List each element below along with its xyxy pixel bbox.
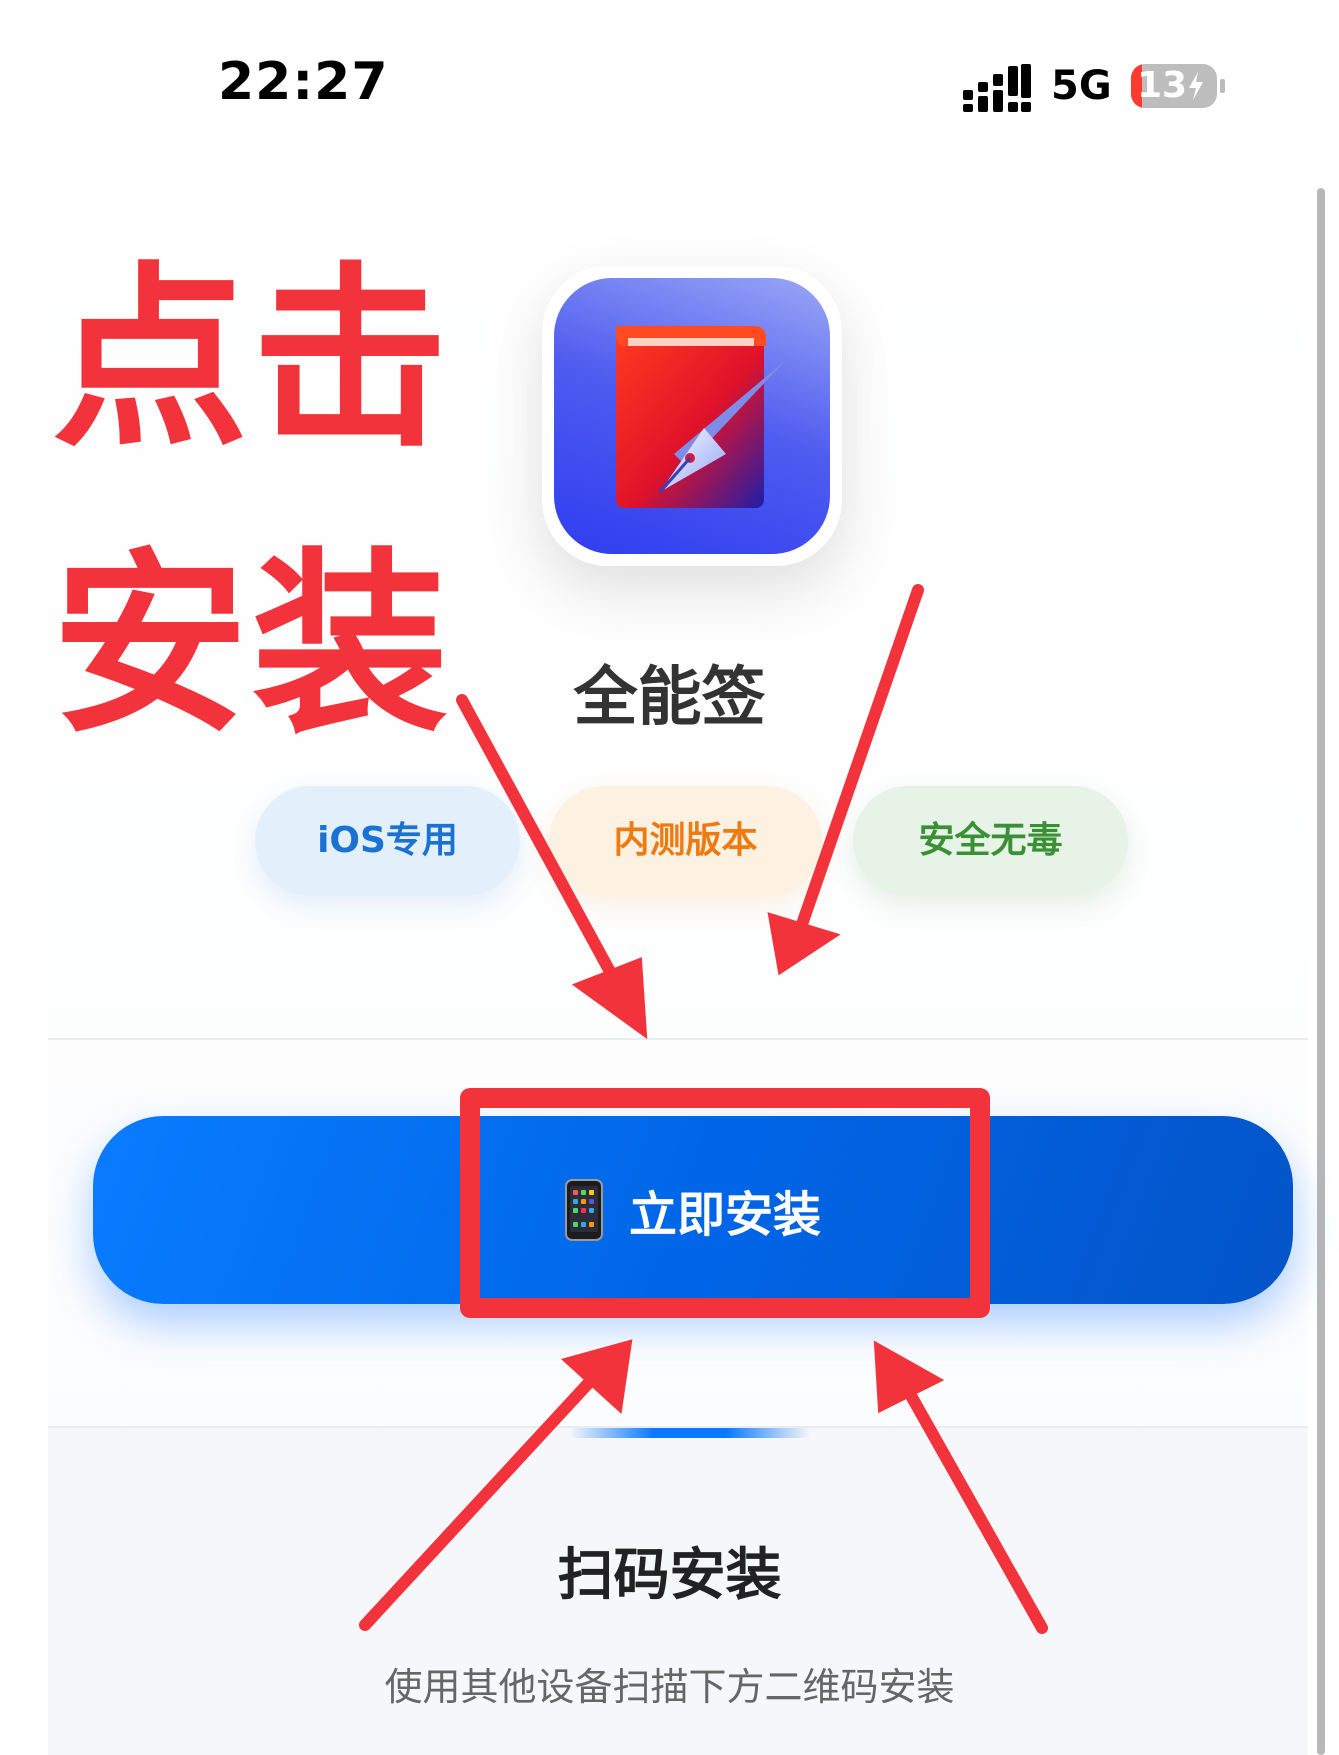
annotation-arrows	[359, 584, 1048, 1634]
install-page: 22:27 5G 13 全能签 iOS专用 内测版本 安全无毒 立即安装 扫码安…	[0, 0, 1339, 1755]
annotation-arrow-head	[767, 912, 841, 976]
annotation-arrow	[359, 1369, 602, 1631]
annotation-arrow-head	[571, 957, 648, 1040]
annotation-arrow	[456, 694, 626, 996]
annotation-arrow	[794, 584, 924, 936]
annotation-arrow	[899, 1379, 1048, 1634]
